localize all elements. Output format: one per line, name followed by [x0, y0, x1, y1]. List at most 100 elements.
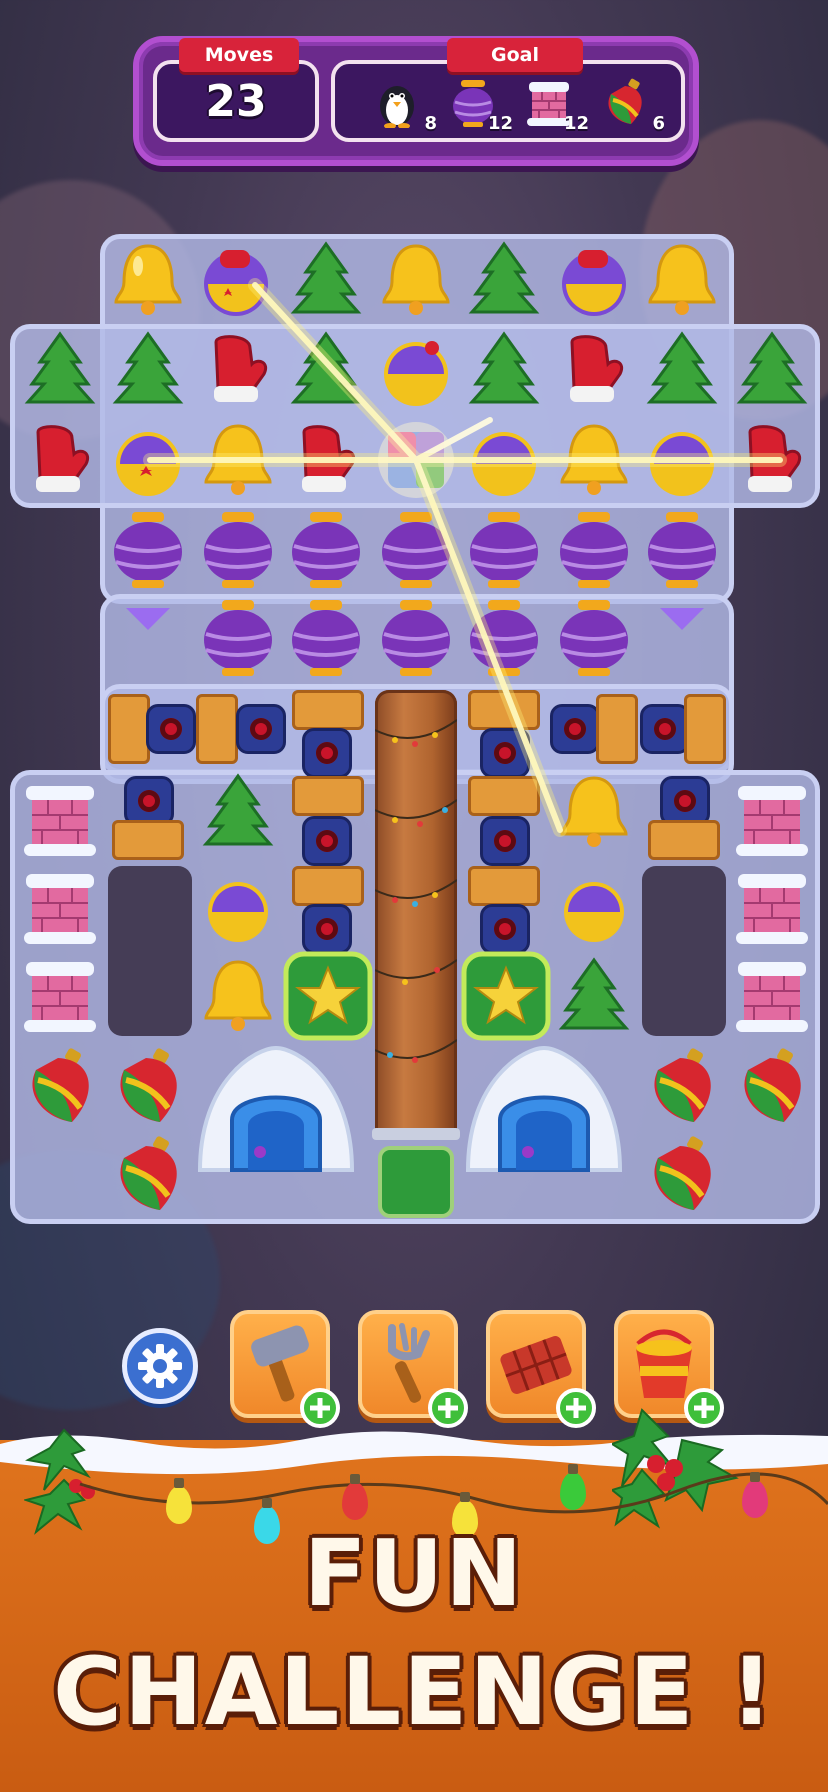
goal-panel: Goal 8 12 12 6 [331, 38, 685, 142]
vase-piece[interactable] [552, 596, 636, 680]
chimney-piece[interactable] [18, 956, 102, 1040]
chimney-piece[interactable] [18, 780, 102, 864]
tree-piece[interactable] [284, 328, 368, 412]
vase-piece[interactable] [552, 508, 636, 592]
tree-piece[interactable] [18, 328, 102, 412]
bomb-ball-piece[interactable] [552, 866, 636, 950]
light-bulb-icon [342, 1474, 368, 1520]
drop-arrow-icon [660, 608, 704, 630]
bomb-ball-piece[interactable] [640, 418, 724, 502]
tree-piece[interactable] [462, 328, 546, 412]
vase-piece[interactable] [284, 508, 368, 592]
ornament-piece[interactable] [18, 1044, 102, 1128]
tree-piece[interactable] [730, 328, 814, 412]
mitten-piece[interactable] [18, 418, 102, 502]
ornament-piece[interactable] [106, 1132, 190, 1216]
goal-chimney: 12 [515, 74, 595, 136]
hammer-booster-button[interactable] [230, 1310, 340, 1428]
log-exit-tile [378, 1146, 454, 1218]
bell-piece[interactable] [552, 770, 636, 854]
tree-piece[interactable] [462, 238, 546, 322]
penguin-icon [380, 86, 414, 128]
board-hole [642, 866, 726, 1036]
star-box [283, 951, 373, 1041]
pipe-node [236, 704, 286, 754]
bomb-ball-piece[interactable] [552, 238, 636, 322]
vase-piece[interactable] [284, 596, 368, 680]
wood-crate [108, 694, 150, 764]
pipe-node [480, 816, 530, 866]
wood-crate [112, 820, 184, 860]
igloo [465, 1045, 623, 1172]
vase-piece[interactable] [462, 508, 546, 592]
pipe-node [302, 816, 352, 866]
bell-piece[interactable] [640, 238, 724, 322]
bomb-ball-piece[interactable] [374, 328, 458, 412]
bomb-ball-piece[interactable] [196, 866, 280, 950]
goal-ornament: 6 [591, 74, 671, 136]
wood-crate [684, 694, 726, 764]
vase-piece[interactable] [106, 508, 190, 592]
mitten-piece[interactable] [730, 418, 814, 502]
ornament-piece[interactable] [106, 1044, 190, 1128]
bomb-ball-piece[interactable] [462, 418, 546, 502]
pipe-node [640, 704, 690, 754]
pipe-node [550, 704, 600, 754]
tree-piece[interactable] [196, 770, 280, 854]
light-string [79, 1472, 828, 1514]
vase-piece[interactable] [640, 508, 724, 592]
bomb-ball-piece[interactable] [194, 238, 278, 322]
wood-crate [292, 866, 364, 906]
tree-piece[interactable] [284, 238, 368, 322]
ornament-piece[interactable] [640, 1132, 724, 1216]
bell-piece[interactable] [106, 238, 190, 322]
mitten-piece[interactable] [196, 328, 280, 412]
fork-booster-button[interactable] [358, 1310, 468, 1428]
moves-counter: 23 [205, 76, 267, 127]
ornament-piece[interactable] [640, 1044, 724, 1128]
bell-piece[interactable] [196, 418, 280, 502]
goal-count: 12 [487, 113, 513, 134]
vase-piece[interactable] [196, 508, 280, 592]
moves-label: Moves [179, 38, 299, 72]
chimney-piece[interactable] [730, 868, 814, 952]
bomb-ball-piece[interactable] [106, 418, 190, 502]
bell-piece[interactable] [374, 238, 458, 322]
color-cube-piece[interactable] [374, 418, 458, 502]
wood-crate [596, 694, 638, 764]
tree-piece[interactable] [552, 954, 636, 1038]
wood-crate [292, 776, 364, 816]
wood-crate [468, 776, 540, 816]
light-bulb-icon [560, 1464, 586, 1510]
wood-crate [468, 866, 540, 906]
tree-piece[interactable] [640, 328, 724, 412]
game-hud: Moves 23 Goal 8 12 12 6 [133, 36, 699, 166]
vase-piece[interactable] [462, 596, 546, 680]
pipe-node [146, 704, 196, 754]
light-bulb-icon [166, 1478, 192, 1524]
goal-count: 6 [652, 113, 665, 134]
vase-piece[interactable] [374, 596, 458, 680]
tree-piece[interactable] [106, 328, 190, 412]
chimney-piece[interactable] [730, 956, 814, 1040]
chocolate-booster-button[interactable] [486, 1310, 596, 1428]
wood-crate [196, 694, 238, 764]
vase-piece[interactable] [196, 596, 280, 680]
goal-label: Goal [447, 38, 583, 72]
mitten-piece[interactable] [552, 328, 636, 412]
bell-piece[interactable] [196, 954, 280, 1038]
chimney-piece[interactable] [18, 868, 102, 952]
wood-crate [648, 820, 720, 860]
vase-piece[interactable] [374, 508, 458, 592]
ornament-piece[interactable] [730, 1044, 814, 1128]
chimney-piece[interactable] [730, 780, 814, 864]
igloo [197, 1045, 355, 1172]
settings-button[interactable] [122, 1328, 198, 1404]
moves-panel: Moves 23 [153, 38, 319, 142]
bell-piece[interactable] [552, 418, 636, 502]
log-holder [372, 1128, 460, 1140]
drop-arrow-icon [126, 608, 170, 630]
mitten-piece[interactable] [284, 418, 368, 502]
wood-crate [292, 690, 364, 730]
pipe-node [480, 728, 530, 778]
